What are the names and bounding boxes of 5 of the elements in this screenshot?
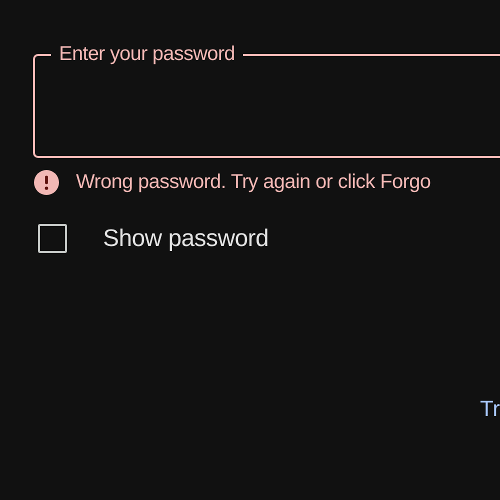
- error-message: Wrong password. Try again or click Forgo: [76, 170, 431, 194]
- next-button[interactable]: Tr: [480, 396, 500, 422]
- checkbox-label: Show password: [103, 224, 269, 252]
- show-password-checkbox[interactable]: [38, 224, 67, 253]
- error-icon: [34, 170, 59, 194]
